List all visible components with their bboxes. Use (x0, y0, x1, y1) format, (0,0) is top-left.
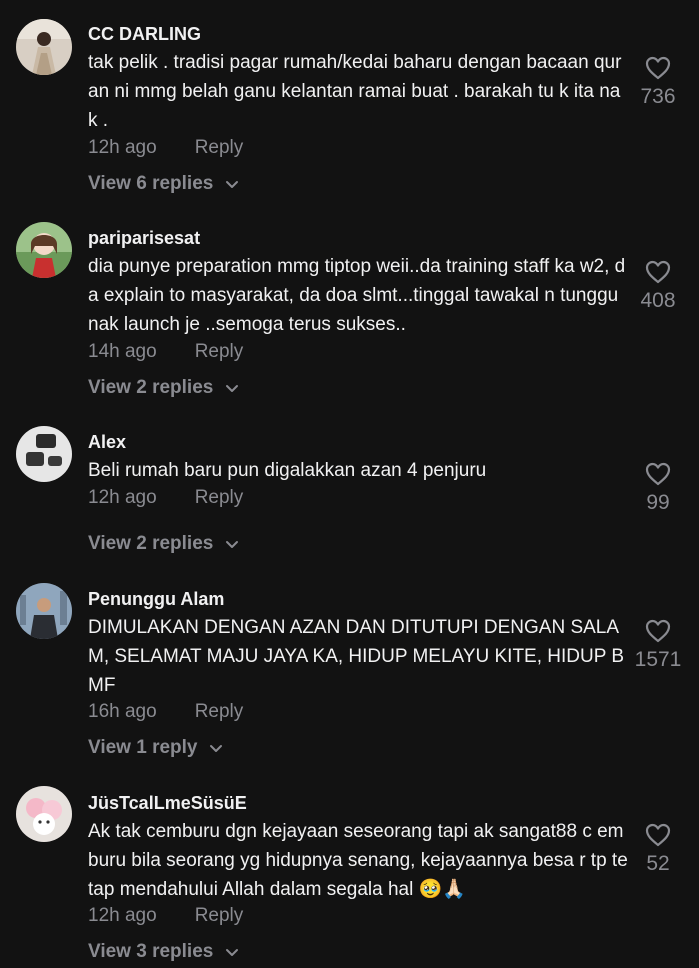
comment-time: 12h ago (88, 487, 157, 508)
chevron-down-icon (209, 744, 222, 752)
like-button[interactable]: 1571 (634, 618, 682, 672)
like-count: 99 (646, 491, 670, 514)
comment-meta: 12h ago Reply (88, 486, 243, 510)
heart-icon (645, 823, 671, 847)
comment-text: dia punye preparation mmg tiptop weii..d… (88, 256, 626, 335)
comment-time: 14h ago (88, 341, 157, 362)
view-replies-label: View 2 replies (88, 533, 214, 554)
avatar-photo-icon (16, 426, 72, 482)
comment-username[interactable]: Penunggu Alam (88, 588, 224, 610)
reply-button[interactable]: Reply (195, 341, 244, 362)
comment-meta: 12h ago Reply (88, 904, 243, 928)
comment-username[interactable]: Alex (88, 431, 126, 453)
view-replies-button[interactable]: View 2 replies (88, 532, 239, 556)
avatar[interactable] (16, 426, 72, 482)
avatar-photo-icon (16, 19, 72, 75)
comment-username[interactable]: JüsTcalLmeSüsüE (88, 792, 247, 814)
view-replies-label: View 3 replies (88, 941, 214, 962)
view-replies-button[interactable]: View 1 reply (88, 736, 223, 760)
like-count: 736 (640, 85, 676, 108)
heart-icon (645, 619, 671, 643)
avatar[interactable] (16, 19, 72, 75)
reply-button[interactable]: Reply (195, 905, 244, 926)
chevron-down-icon (225, 180, 238, 188)
like-button[interactable]: 52 (634, 822, 682, 876)
comment-time: 12h ago (88, 905, 157, 926)
reply-button[interactable]: Reply (195, 701, 244, 722)
like-button[interactable]: 99 (634, 461, 682, 515)
comment-meta: 16h ago Reply (88, 700, 243, 724)
avatar-photo-icon (16, 222, 72, 278)
view-replies-label: View 1 reply (88, 737, 198, 758)
comment-time: 12h ago (88, 137, 157, 158)
like-count: 408 (640, 289, 676, 312)
comment-username[interactable]: pariparisesat (88, 227, 200, 249)
chevron-down-icon (225, 384, 238, 392)
avatar[interactable] (16, 583, 72, 639)
heart-icon (645, 462, 671, 486)
heart-icon (645, 260, 671, 284)
chevron-down-icon (225, 948, 238, 956)
comment-meta: 12h ago Reply (88, 136, 243, 160)
comment-time: 16h ago (88, 701, 157, 722)
reply-button[interactable]: Reply (195, 137, 244, 158)
comment-text: Ak tak cemburu dgn kejayaan seseorang ta… (88, 821, 628, 900)
like-button[interactable]: 736 (634, 55, 682, 109)
like-count: 52 (646, 852, 670, 875)
view-replies-label: View 6 replies (88, 173, 214, 194)
comment-username[interactable]: CC DARLING (88, 23, 201, 45)
reply-button[interactable]: Reply (195, 487, 244, 508)
like-button[interactable]: 408 (634, 259, 682, 313)
avatar[interactable] (16, 786, 72, 842)
view-replies-button[interactable]: View 6 replies (88, 172, 239, 196)
avatar-photo-icon (16, 583, 72, 639)
chevron-down-icon (225, 540, 238, 548)
view-replies-button[interactable]: View 3 replies (88, 940, 239, 964)
avatar[interactable] (16, 222, 72, 278)
comment-text: DIMULAKAN DENGAN AZAN DAN DITUTUPI DENGA… (88, 617, 624, 696)
like-count: 1571 (634, 648, 682, 671)
comment-meta: 14h ago Reply (88, 340, 243, 364)
avatar-photo-icon (16, 786, 72, 842)
view-replies-label: View 2 replies (88, 377, 214, 398)
view-replies-button[interactable]: View 2 replies (88, 376, 239, 400)
comment-text: Beli rumah baru pun digalakkan azan 4 pe… (88, 460, 487, 481)
heart-icon (645, 56, 671, 80)
comment-text: tak pelik . tradisi pagar rumah/kedai ba… (88, 52, 622, 131)
